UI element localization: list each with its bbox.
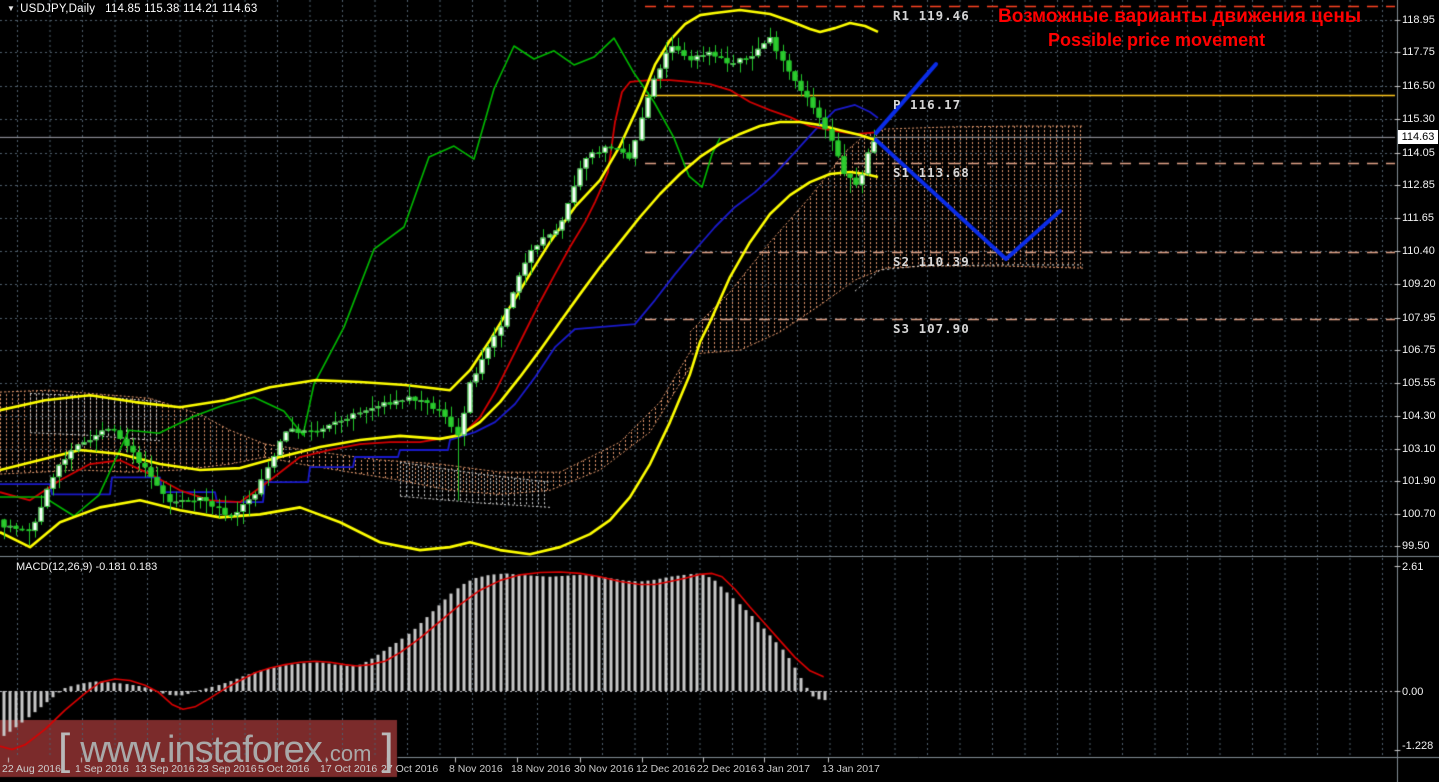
pivot-label: R1 119.46	[893, 8, 970, 24]
macd-axis-label: 0.00	[1402, 686, 1424, 698]
date-axis-label: 30 Nov 2016	[574, 763, 634, 775]
date-axis-label: 22 Dec 2016	[697, 763, 757, 775]
date-axis-label: 22 Aug 2016	[2, 763, 61, 775]
symbol-dropdown-icon[interactable]: ▼	[7, 4, 15, 13]
price-axis-label: 105.55	[1402, 376, 1436, 389]
price-axis-label: 106.75	[1402, 344, 1436, 357]
instaforex-watermark: [ www.instaforex .com ]	[58, 722, 394, 778]
price-axis-label: 103.10	[1402, 442, 1436, 455]
watermark-suffix: .com	[323, 741, 372, 766]
date-axis-label: 12 Dec 2016	[636, 763, 696, 775]
price-axis-label: 107.95	[1402, 311, 1436, 324]
watermark-bracket-right: ]	[381, 725, 394, 774]
symbol-name: USDJPY,Daily	[20, 3, 96, 15]
annotation-en: Possible price movement	[1048, 30, 1266, 50]
watermark-text: www.instaforex	[80, 728, 323, 771]
pivot-label: P 116.17	[893, 97, 962, 113]
price-axis-label: 109.20	[1402, 277, 1436, 290]
current-price-badge: 114.63	[1398, 129, 1438, 144]
pivot-label: S3 107.90	[893, 321, 970, 336]
price-axis-label: 99.50	[1402, 540, 1430, 553]
price-axis-label: 116.50	[1402, 80, 1435, 93]
macd-indicator-label: MACD(12,26,9) -0.181 0.183	[16, 561, 158, 573]
price-axis-label: 100.70	[1402, 507, 1436, 520]
price-axis-label: 117.75	[1402, 46, 1435, 59]
date-axis-label: 18 Nov 2016	[511, 763, 571, 775]
macd-axis-label: -1.228	[1402, 740, 1434, 752]
trading-chart-window: ▼ USDJPY,Daily 114.85 115.38 114.21 114.63…	[0, 0, 1439, 782]
pivot-label: S2 110.39	[893, 253, 970, 269]
watermark-bracket-left: [	[58, 725, 71, 774]
date-axis-label: 13 Jan 2017	[822, 763, 880, 775]
price-axis-label: 111.65	[1402, 211, 1435, 224]
price-axis-label: 104.30	[1402, 410, 1436, 423]
price-axis-label: 118.95	[1402, 14, 1435, 26]
price-axis-label: 110.40	[1402, 245, 1435, 258]
price-axis-label: 101.90	[1402, 475, 1436, 488]
date-axis-label: 8 Nov 2016	[449, 763, 503, 775]
date-axis-label: 3 Jan 2017	[758, 763, 810, 775]
price-axis-label: 112.85	[1402, 179, 1435, 192]
price-axis-label: 114.05	[1402, 146, 1435, 159]
price-chart-canvas[interactable]	[0, 0, 1439, 782]
chart-header: ▼ USDJPY,Daily 114.85 115.38 114.21 114.63	[7, 3, 257, 15]
pivot-label: S1 113.68	[893, 164, 970, 180]
price-axis-label: 115.30	[1402, 112, 1435, 125]
symbol-ohlc-values: 114.85 115.38 114.21 114.63	[105, 3, 258, 15]
annotation-ru: Возможные варианты движения цены	[998, 6, 1362, 27]
macd-axis-label: 2.61	[1402, 560, 1424, 573]
